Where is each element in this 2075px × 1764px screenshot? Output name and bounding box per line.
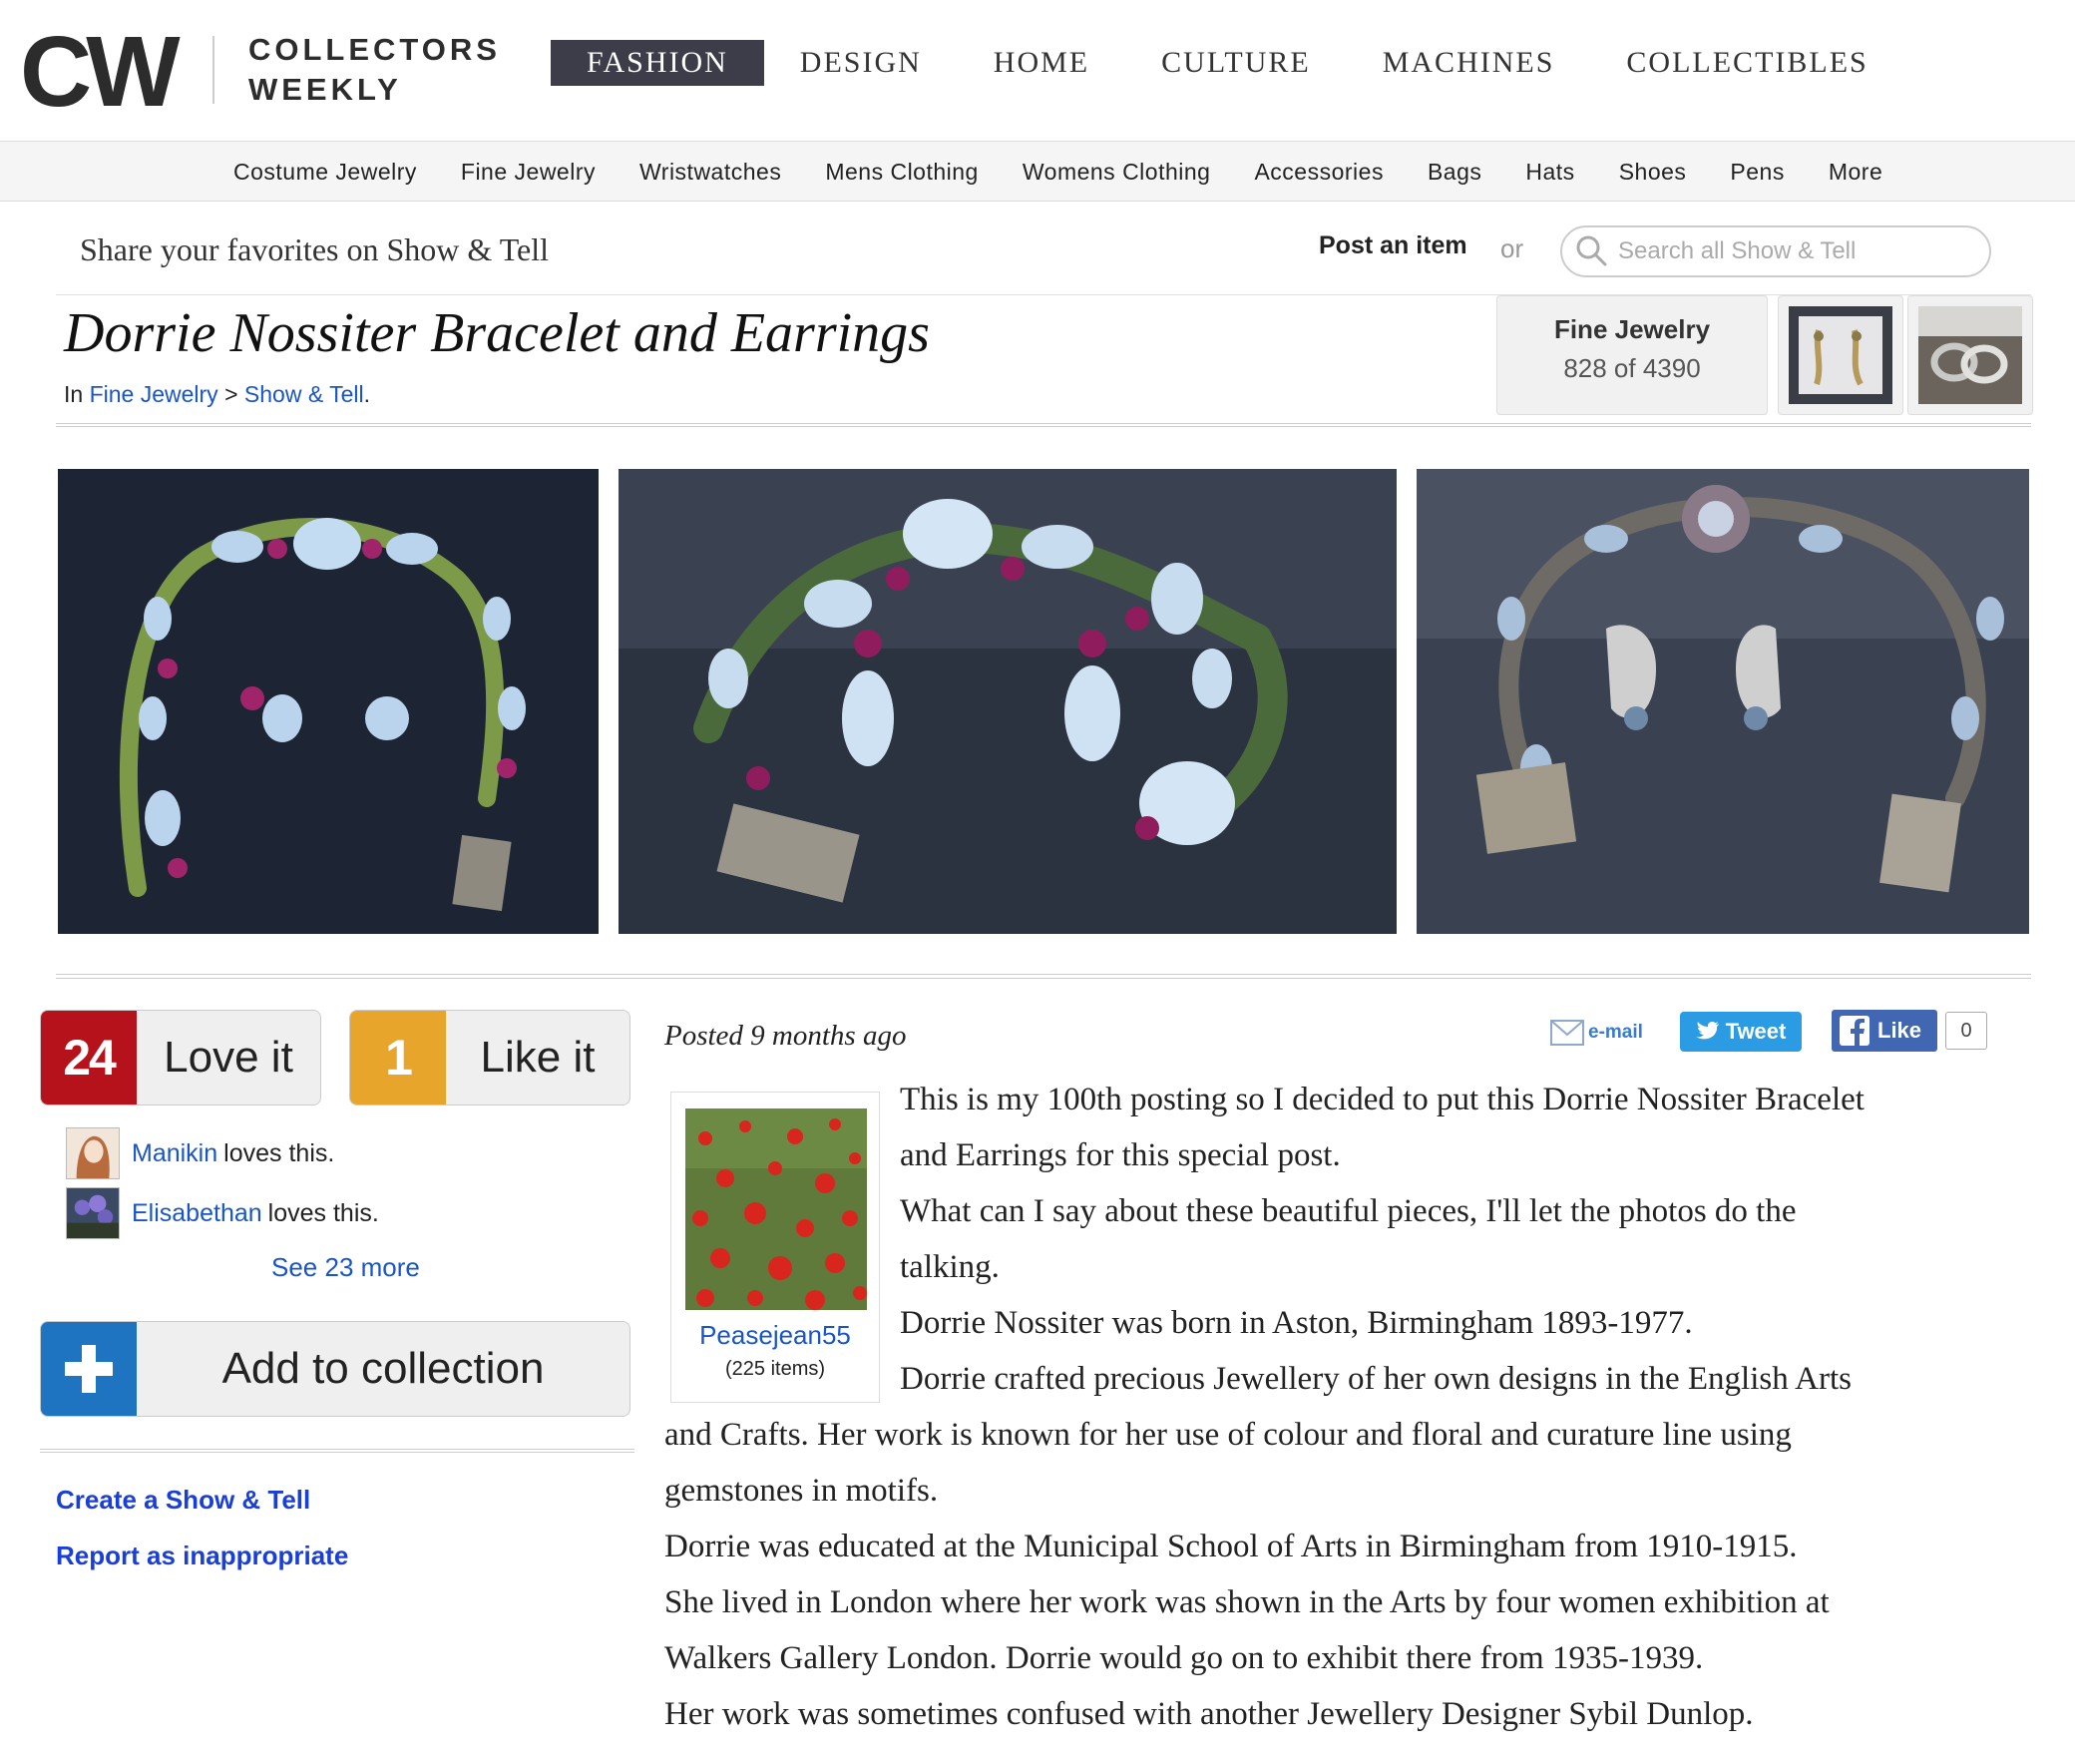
facebook-icon (1840, 1016, 1869, 1046)
avatar[interactable] (66, 1187, 120, 1239)
post-body-line: She lived in London where her work was s… (664, 1584, 1830, 1620)
post-body-line: What can I say about these beautiful pie… (900, 1193, 1797, 1229)
nav-machines[interactable]: MACHINES (1347, 40, 1591, 86)
see-more-link[interactable]: See 23 more (271, 1252, 420, 1283)
post-body-line: Dorrie crafted precious Jewellery of her… (900, 1361, 1852, 1397)
add-to-collection-button[interactable]: Add to collection (40, 1321, 630, 1417)
subnav-pens[interactable]: Pens (1730, 159, 1784, 186)
page-title: Dorrie Nossiter Bracelet and Earrings (64, 302, 930, 364)
post-body-line: This is my 100th posting so I decided to… (900, 1082, 1865, 1117)
breadcrumb-show-tell[interactable]: Show & Tell (244, 381, 364, 407)
search-input[interactable] (1618, 237, 1977, 265)
category-position-box[interactable]: Fine Jewelry 828 of 4390 (1496, 295, 1768, 415)
subnav-wristwatches[interactable]: Wristwatches (639, 159, 781, 186)
tweet-label: Tweet (1725, 1019, 1787, 1044)
photo-1[interactable] (58, 469, 599, 934)
logo-divider (212, 36, 214, 104)
logo-mark[interactable]: CW (20, 22, 181, 122)
subnav-more[interactable]: More (1829, 159, 1882, 186)
lover-name[interactable]: Manikin (132, 1139, 217, 1168)
subnav-shoes[interactable]: Shoes (1619, 159, 1687, 186)
post-body-line: and Crafts. Her work is known for her us… (664, 1417, 1792, 1453)
breadcrumb-in: In (64, 381, 84, 407)
subnav-accessories[interactable]: Accessories (1254, 159, 1383, 186)
like-label: Like it (480, 1033, 596, 1082)
mail-icon (1550, 1020, 1584, 1046)
prev-item-thumbnail[interactable] (1778, 295, 1903, 415)
author-item-count: (225 items) (724, 1358, 826, 1380)
post-body-line: Dorrie was educated at the Municipal Sch… (664, 1529, 1798, 1564)
twitter-bird-icon (1695, 1022, 1719, 1040)
breadcrumb-fine-jewelry[interactable]: Fine Jewelry (90, 381, 218, 407)
like-it-button[interactable]: 1 Like it (349, 1010, 630, 1105)
show-tell-bar: Share your favorites on Show & Tell Post… (56, 202, 2031, 295)
lover-suffix: loves this. (267, 1198, 379, 1227)
subnav-womens-clothing[interactable]: Womens Clothing (1023, 159, 1211, 186)
avatar[interactable] (66, 1127, 120, 1179)
report-inappropriate-link[interactable]: Report as inappropriate (56, 1541, 348, 1571)
post-body-line: Her work was sometimes confused with ano… (664, 1696, 1754, 1732)
rings-thumbnail-image (1918, 306, 2022, 404)
nav-home[interactable]: HOME (958, 40, 1125, 86)
like-label: Like (1877, 1018, 1922, 1043)
nav-culture[interactable]: CULTURE (1125, 40, 1347, 86)
post-body-line: talking. (900, 1249, 1000, 1285)
site-header: CW COLLECTORS WEEKLY FASHION DESIGN HOME… (0, 0, 2075, 142)
sidebar-divider (40, 1449, 634, 1453)
post-body-line: and Earrings for this special post. (900, 1137, 1341, 1173)
post-body-line: Dorrie Nossiter was born in Aston, Birmi… (900, 1305, 1693, 1341)
sub-nav: Costume Jewelry Fine Jewelry Wristwatche… (0, 142, 2075, 202)
logo-wordmark[interactable]: COLLECTORS WEEKLY (248, 30, 501, 110)
logo-line1: COLLECTORS (248, 32, 501, 67)
earrings-thumbnail-image (1789, 306, 1892, 404)
lover-name[interactable]: Elisabethan (132, 1199, 262, 1228)
facebook-like-button[interactable]: Like (1832, 1010, 1937, 1052)
photo-2[interactable] (619, 469, 1397, 934)
subnav-hats[interactable]: Hats (1525, 159, 1574, 186)
show-tell-heading: Share your favorites on Show & Tell (80, 231, 549, 267)
lover-row: Manikin loves this. (66, 1127, 334, 1179)
title-divider (56, 423, 2031, 427)
love-it-button[interactable]: 24 Love it (40, 1010, 321, 1105)
nav-design[interactable]: DESIGN (764, 40, 958, 86)
search-icon (1572, 231, 1612, 271)
main-nav: FASHION DESIGN HOME CULTURE MACHINES COL… (551, 40, 1904, 86)
lover-suffix: loves this. (223, 1138, 335, 1167)
nav-collectibles[interactable]: COLLECTIBLES (1590, 40, 1903, 86)
tweet-button[interactable]: Tweet (1680, 1012, 1802, 1052)
subnav-bags[interactable]: Bags (1428, 159, 1481, 186)
author-avatar[interactable] (685, 1108, 867, 1310)
breadcrumb-end: . (363, 381, 371, 407)
plus-icon (41, 1322, 137, 1416)
love-label: Love it (164, 1033, 293, 1082)
add-to-collection-label: Add to collection (221, 1344, 545, 1393)
photos-divider (56, 974, 2031, 979)
email-label: e-mail (1588, 1022, 1643, 1043)
lover-row: Elisabethan loves this. (66, 1187, 379, 1239)
subnav-fine-jewelry[interactable]: Fine Jewelry (461, 159, 596, 186)
post-body-line: gemstones in motifs. (664, 1473, 939, 1509)
like-count: 1 (350, 1011, 446, 1104)
or-separator: or (1500, 233, 1524, 263)
breadcrumb-separator: > (224, 381, 238, 407)
posted-date: Posted 9 months ago (664, 1020, 907, 1052)
create-show-tell-link[interactable]: Create a Show & Tell (56, 1485, 310, 1516)
facebook-like-count: 0 (1945, 1012, 1987, 1050)
category-position: 828 of 4390 (1563, 353, 1701, 383)
email-share-button[interactable]: e-mail (1550, 1020, 1643, 1046)
post-body-line: Walkers Gallery London. Dorrie would go … (664, 1640, 1704, 1676)
nav-fashion[interactable]: FASHION (551, 40, 764, 86)
subnav-costume-jewelry[interactable]: Costume Jewelry (233, 159, 417, 186)
logo-line2: WEEKLY (248, 72, 402, 107)
subnav-mens-clothing[interactable]: Mens Clothing (825, 159, 979, 186)
photo-3[interactable] (1417, 469, 2029, 934)
category-name: Fine Jewelry (1553, 314, 1711, 344)
love-count: 24 (41, 1011, 137, 1104)
next-item-thumbnail[interactable] (1907, 295, 2033, 415)
author-card[interactable]: Peasejean55 (225 items) (670, 1092, 880, 1403)
breadcrumb: In Fine Jewelry > Show & Tell. (64, 381, 370, 408)
author-name[interactable]: Peasejean55 (671, 1320, 879, 1351)
search-box[interactable] (1560, 225, 1991, 277)
post-item-link[interactable]: Post an item (1319, 231, 1467, 260)
